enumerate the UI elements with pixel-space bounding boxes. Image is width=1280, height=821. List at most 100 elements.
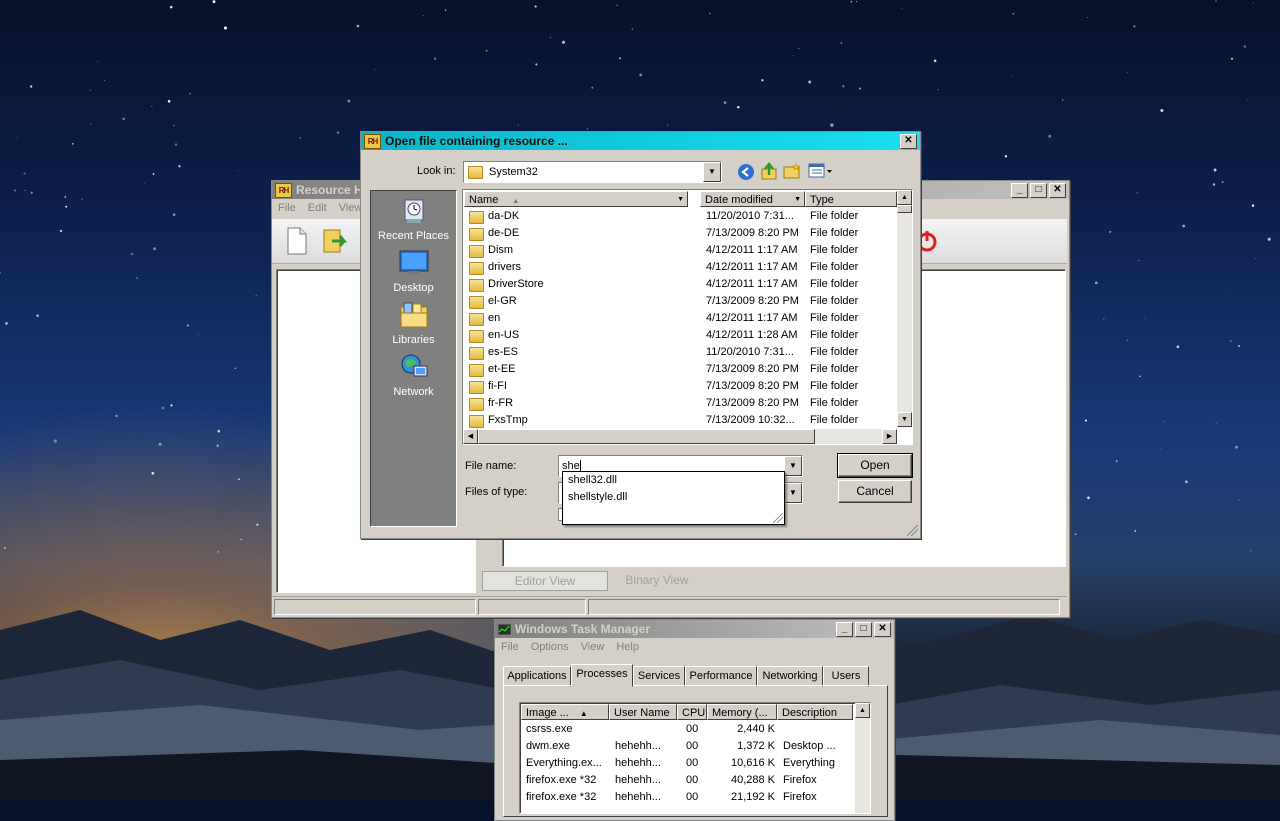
file-row[interactable]: en 4/12/2011 1:17 AM File folder — [463, 310, 897, 327]
tab-services[interactable]: Services — [633, 666, 685, 687]
file-row[interactable]: DriverStore 4/12/2011 1:17 AM File folder — [463, 276, 897, 293]
file-row[interactable]: drivers 4/12/2011 1:17 AM File folder — [463, 259, 897, 276]
col-memory[interactable]: Memory (... — [707, 704, 777, 720]
close-button[interactable]: ✕ — [1049, 182, 1066, 198]
file-row[interactable]: fr-FR 7/13/2009 8:20 PM File folder — [463, 395, 897, 412]
tab-users[interactable]: Users — [823, 666, 869, 687]
scroll-down-icon[interactable]: ▼ — [897, 412, 912, 427]
tab-applications[interactable]: Applications — [503, 666, 571, 687]
file-row[interactable]: fi-FI 7/13/2009 8:20 PM File folder — [463, 378, 897, 395]
tm-menu-view[interactable]: View — [581, 641, 605, 653]
menu-edit[interactable]: Edit — [308, 202, 327, 214]
folder-icon — [469, 296, 484, 309]
menu-file[interactable]: File — [278, 202, 296, 214]
vscroll-thumb[interactable] — [897, 205, 912, 213]
file-row[interactable]: de-DE 7/13/2009 8:20 PM File folder — [463, 225, 897, 242]
dialog-titlebar[interactable]: RH Open file containing resource ... ✕ — [361, 132, 920, 150]
process-row[interactable]: Everything.ex... hehehh... 00 10,616 K Every… — [520, 755, 855, 772]
file-name: en-US — [488, 329, 520, 341]
tm-menu-help[interactable]: Help — [616, 641, 639, 653]
process-list-scrollbar[interactable]: ▲ — [855, 703, 870, 813]
maximize-button[interactable]: □ — [1030, 182, 1047, 198]
back-icon[interactable] — [737, 163, 755, 181]
folder-icon — [469, 228, 484, 241]
process-row[interactable]: csrss.exe 00 2,440 K — [520, 721, 855, 738]
tm-maximize-button[interactable]: □ — [855, 621, 872, 637]
file-date: 4/12/2011 1:17 AM — [706, 261, 798, 273]
menu-view[interactable]: View — [339, 202, 363, 214]
resize-grip-icon[interactable] — [773, 513, 783, 523]
recent-places-icon — [404, 199, 423, 223]
process-user: hehehh... — [615, 740, 661, 752]
tm-close-button[interactable]: ✕ — [874, 621, 891, 637]
col-description[interactable]: Description — [777, 704, 853, 720]
chevron-down-icon[interactable]: ▼ — [784, 483, 802, 503]
file-date: 7/13/2009 8:20 PM — [706, 227, 799, 239]
col-date-dropdown-icon[interactable]: ▼ — [794, 192, 801, 208]
col-cpu[interactable]: CPU — [677, 704, 707, 720]
chevron-down-icon[interactable]: ▼ — [703, 162, 721, 182]
tab-networking[interactable]: Networking — [757, 666, 823, 687]
look-in-combo[interactable]: System32 ▼ — [463, 161, 722, 183]
up-folder-icon[interactable] — [760, 162, 778, 180]
scroll-up-icon[interactable]: ▲ — [855, 703, 870, 718]
place-libraries[interactable]: Libraries — [371, 301, 456, 346]
process-list[interactable]: Image ... ▲ User Name CPU Memory (... De… — [519, 702, 871, 814]
col-image-name[interactable]: Image ... ▲ — [521, 704, 609, 720]
process-image: Everything.ex... — [526, 757, 602, 769]
view-menu-icon[interactable] — [808, 163, 834, 179]
desktop-icon — [399, 250, 428, 274]
place-desktop[interactable]: Desktop — [371, 249, 456, 294]
file-date: 7/13/2009 8:20 PM — [706, 295, 799, 307]
folder-icon — [469, 279, 484, 292]
tm-menu-options[interactable]: Options — [531, 641, 569, 653]
autocomplete-item[interactable]: shell32.dll — [563, 472, 784, 489]
tm-menu-file[interactable]: File — [501, 641, 519, 653]
process-row[interactable]: dwm.exe hehehh... 00 1,372 K Desktop ... — [520, 738, 855, 755]
file-row[interactable]: es-ES 11/20/2010 7:31... File folder — [463, 344, 897, 361]
chevron-down-icon[interactable]: ▼ — [784, 456, 802, 476]
file-list[interactable]: Name ▲ ▼ Date modified ▼ Type da-DK 11/20/20… — [462, 189, 913, 445]
col-name-dropdown-icon[interactable]: ▼ — [677, 192, 684, 208]
minimize-button[interactable]: _ — [1011, 182, 1028, 198]
file-row[interactable]: en-US 4/12/2011 1:28 AM File folder — [463, 327, 897, 344]
look-in-value: System32 — [489, 166, 538, 178]
tab-performance[interactable]: Performance — [685, 666, 757, 687]
new-folder-icon[interactable] — [783, 163, 801, 179]
tm-minimize-button[interactable]: _ — [836, 621, 853, 637]
autocomplete-item[interactable]: shellstyle.dll — [563, 489, 784, 506]
cancel-button[interactable]: Cancel — [838, 480, 912, 503]
place-recent-places[interactable]: Recent Places — [371, 197, 456, 242]
dialog-close-button[interactable]: ✕ — [900, 133, 917, 149]
process-row[interactable]: firefox.exe *32 hehehh... 00 21,192 K Firefo… — [520, 789, 855, 806]
place-label: Recent Places — [378, 230, 449, 242]
col-date-modified[interactable]: Date modified ▼ — [700, 191, 805, 207]
open-file-dialog: RH Open file containing resource ... ✕ L… — [360, 131, 921, 539]
dialog-resize-grip-icon[interactable] — [907, 525, 918, 536]
hscroll-thumb[interactable] — [478, 429, 815, 444]
scroll-left-icon[interactable]: ◀ — [463, 429, 478, 444]
file-row[interactable]: da-DK 11/20/2010 7:31... File folder — [463, 208, 897, 225]
file-row[interactable]: et-EE 7/13/2009 8:20 PM File folder — [463, 361, 897, 378]
new-file-icon[interactable] — [286, 227, 308, 255]
file-row[interactable]: FxsTmp 7/13/2009 10:32... File folder — [463, 412, 897, 429]
place-network[interactable]: Network — [371, 353, 456, 398]
task-manager-titlebar[interactable]: Windows Task Manager _ □ ✕ — [495, 620, 894, 638]
open-button[interactable]: Open — [837, 453, 913, 478]
col-type[interactable]: Type — [805, 191, 897, 207]
task-manager-tabs: Applications Processes Services Performa… — [503, 664, 883, 687]
file-row[interactable]: el-GR 7/13/2009 8:20 PM File folder — [463, 293, 897, 310]
file-list-vscroll[interactable]: ▲ ▼ — [897, 190, 912, 427]
process-row[interactable]: firefox.exe *32 hehehh... 00 40,288 K Firefo… — [520, 772, 855, 789]
open-file-icon[interactable] — [322, 227, 348, 255]
file-list-hscroll[interactable]: ◀ ▶ — [463, 429, 897, 444]
col-user-name[interactable]: User Name — [609, 704, 677, 720]
process-image: dwm.exe — [526, 740, 571, 752]
tab-binary-view[interactable]: Binary View — [608, 571, 706, 589]
tab-processes[interactable]: Processes — [571, 664, 633, 687]
file-row[interactable]: Dism 4/12/2011 1:17 AM File folder — [463, 242, 897, 259]
scroll-right-icon[interactable]: ▶ — [882, 429, 897, 444]
scroll-up-icon[interactable]: ▲ — [897, 190, 912, 205]
col-name[interactable]: Name ▲ ▼ — [464, 191, 688, 207]
tab-editor-view[interactable]: Editor View — [482, 571, 608, 591]
